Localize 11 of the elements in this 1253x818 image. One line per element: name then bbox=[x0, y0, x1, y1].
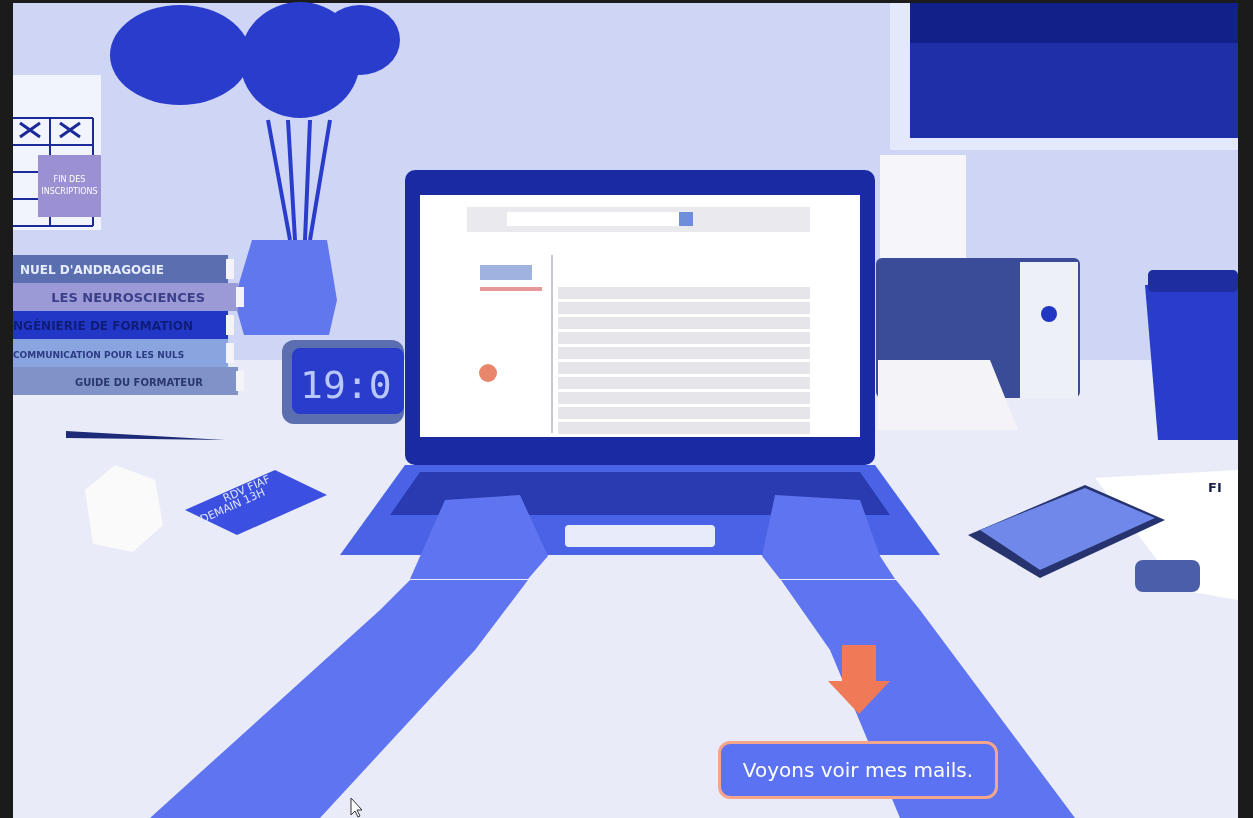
arrow-icon bbox=[828, 645, 890, 714]
alarm-clock: 19:0 bbox=[282, 340, 404, 424]
eraser-icon bbox=[1135, 560, 1200, 592]
cursor-icon bbox=[350, 797, 363, 818]
book: NUEL D'ANDRAGOGIE bbox=[13, 255, 234, 283]
book: LES NEUROSCIENCES bbox=[13, 283, 244, 311]
book: NGÉNIERIE DE FORMATION bbox=[13, 311, 234, 339]
speech-bubble: Voyons voir mes mails. bbox=[718, 741, 998, 799]
sticky-note: FIN DES INSCRIPTIONS bbox=[38, 155, 101, 217]
book: COMMUNICATION POUR LES NULS bbox=[13, 339, 234, 367]
book: GUIDE DU FORMATEUR bbox=[13, 367, 244, 395]
